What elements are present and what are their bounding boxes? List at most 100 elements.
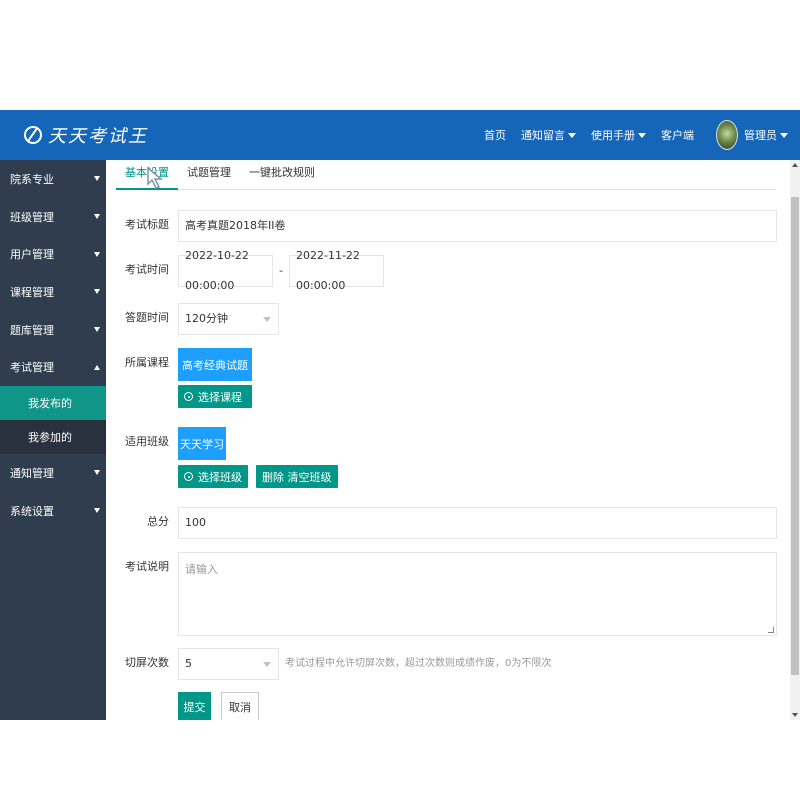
exam-start-time-value: 2022-10-22 00:00:00 [185, 249, 249, 292]
exam-start-time-input[interactable]: 2022-10-22 00:00:00 [178, 249, 273, 292]
scroll-thumb[interactable] [791, 197, 799, 675]
nav-manual-label: 使用手册 [591, 129, 635, 142]
cancel-label: 取消 [229, 701, 251, 714]
form-row-title: 考试标题 高考真题2018年II卷 [106, 210, 777, 242]
form-row-switch: 切屏次数 5 考试过程中允许切屏次数，超过次数则成绩作废，0为不限次 [106, 648, 551, 680]
sidebar-item-users[interactable]: 用户管理 [0, 235, 106, 273]
user-menu[interactable]: 管理员 [716, 120, 788, 150]
mouse-cursor-icon [147, 166, 164, 189]
tab-question-management[interactable]: 试题管理 [178, 160, 240, 190]
sidebar-item-departments[interactable]: 院系专业 [0, 160, 106, 198]
tab-bar: 基本设置 试题管理 一键批改规则 [116, 160, 776, 190]
tab-auto-grading-rules[interactable]: 一键批改规则 [240, 160, 324, 190]
sidebar-item-classes[interactable]: 班级管理 [0, 198, 106, 236]
resize-handle-icon[interactable] [768, 627, 774, 633]
choose-class-button[interactable]: 选择班级 [178, 465, 248, 488]
clear-class-label: 删除 清空班级 [262, 470, 332, 484]
class-tag-label: 天天学习 [180, 437, 224, 451]
choose-course-button[interactable]: 选择课程 [178, 385, 252, 408]
class-tag[interactable]: 天天学习 [178, 427, 226, 460]
duration-value: 120分钟 [185, 312, 228, 325]
nav-home-label: 首页 [484, 129, 506, 142]
sidebar-item-label: 院系专业 [10, 172, 54, 186]
switch-count-select[interactable]: 5 [178, 648, 279, 680]
total-score-value: 100 [185, 516, 206, 529]
sidebar-item-courses[interactable]: 课程管理 [0, 273, 106, 311]
time-separator: - [279, 264, 283, 277]
chevron-down-icon [94, 508, 100, 514]
app-window: 天天考试王 首页 通知留言 使用手册 客户端 管理员 院系专业 班级管理 用户管… [0, 110, 800, 720]
submit-button[interactable]: 提交 [178, 692, 211, 720]
clear-class-button[interactable]: 删除 清空班级 [256, 465, 338, 488]
nav-home[interactable]: 首页 [484, 127, 506, 143]
switch-count-label: 切屏次数 [125, 656, 169, 669]
form-row-duration: 答题时间 120分钟 [106, 303, 279, 335]
chevron-down-icon [94, 176, 100, 182]
form-row-score: 总分 100 [106, 507, 777, 539]
chevron-down-icon [638, 132, 646, 138]
course-label: 所属课程 [125, 356, 169, 369]
form-actions: 提交 取消 [178, 692, 259, 720]
submit-label: 提交 [183, 701, 206, 714]
top-nav: 首页 通知留言 使用手册 客户端 管理员 [469, 110, 788, 160]
logo-icon [24, 126, 42, 144]
sidebar-subitem-my-joined[interactable]: 我参加的 [0, 420, 106, 455]
vertical-scrollbar[interactable] [790, 160, 800, 720]
sidebar-subitem-label: 我参加的 [28, 431, 72, 445]
nav-notices[interactable]: 通知留言 [521, 127, 576, 143]
sidebar-item-label: 班级管理 [10, 210, 54, 224]
duration-select[interactable]: 120分钟 [178, 303, 279, 335]
chevron-up-icon [94, 364, 100, 370]
chevron-down-icon [263, 317, 271, 322]
form-row-class: 适用班级 天天学习 选择班级 删除 清空班级 [106, 427, 338, 488]
top-header: 天天考试王 首页 通知留言 使用手册 客户端 管理员 [0, 110, 800, 160]
sidebar-item-label: 用户管理 [10, 248, 54, 262]
chevron-down-icon [94, 289, 100, 295]
nav-client-label: 客户端 [661, 129, 694, 142]
course-tag[interactable]: 高考经典试题 [178, 348, 252, 381]
total-score-label: 总分 [147, 515, 169, 528]
tab-label: 一键批改规则 [249, 166, 315, 179]
sidebar-item-settings[interactable]: 系统设置 [0, 492, 106, 530]
chevron-down-icon [94, 251, 100, 257]
choose-class-label: 选择班级 [198, 470, 242, 484]
exam-title-input[interactable]: 高考真题2018年II卷 [178, 210, 777, 242]
sidebar-item-label: 系统设置 [10, 504, 54, 518]
logo-text: 天天考试王 [48, 126, 148, 147]
user-name: 管理员 [744, 129, 777, 142]
exam-title-value: 高考真题2018年II卷 [185, 219, 286, 232]
chevron-down-icon [780, 132, 788, 138]
chevron-down-icon [263, 662, 271, 667]
duration-label: 答题时间 [125, 311, 169, 324]
total-score-input[interactable]: 100 [178, 507, 777, 539]
sidebar-subitem-label: 我发布的 [28, 397, 72, 411]
main-content: 基本设置 试题管理 一键批改规则 考试标题 高考真题2018年II卷 考试时间 … [106, 160, 790, 720]
nav-notices-label: 通知留言 [521, 129, 565, 142]
class-label: 适用班级 [125, 435, 169, 448]
chevron-down-icon [568, 132, 576, 138]
sidebar-item-question-bank[interactable]: 题库管理 [0, 311, 106, 349]
sidebar-item-label: 课程管理 [10, 285, 54, 299]
tab-label: 试题管理 [187, 166, 231, 179]
sidebar: 院系专业 班级管理 用户管理 课程管理 题库管理 考试管理 我发布的 我参加的 [0, 160, 106, 720]
description-textarea[interactable]: 请输入 [178, 552, 777, 636]
sidebar-item-notices[interactable]: 通知管理 [0, 454, 106, 492]
exam-end-time-input[interactable]: 2022-11-22 00:00:00 [288, 249, 384, 292]
sidebar-item-exams[interactable]: 考试管理 [0, 348, 106, 386]
scroll-down-icon[interactable] [792, 713, 798, 717]
switch-count-hint: 考试过程中允许切屏次数，超过次数则成绩作废，0为不限次 [285, 658, 552, 669]
switch-count-value: 5 [185, 657, 192, 670]
scroll-up-icon[interactable] [792, 163, 798, 167]
choose-course-label: 选择课程 [198, 390, 242, 404]
nav-manual[interactable]: 使用手册 [591, 127, 646, 143]
sidebar-subitem-my-published[interactable]: 我发布的 [0, 386, 106, 421]
form-row-description: 考试说明 请输入 [106, 552, 777, 636]
exam-end-time-value: 2022-11-22 00:00:00 [295, 249, 360, 292]
nav-client[interactable]: 客户端 [661, 127, 694, 143]
logo[interactable]: 天天考试王 [24, 122, 148, 148]
select-circle-icon [184, 392, 193, 401]
cancel-button[interactable]: 取消 [221, 692, 259, 720]
form-row-course: 所属课程 高考经典试题 选择课程 [106, 348, 252, 408]
avatar [716, 120, 738, 150]
chevron-down-icon [94, 327, 100, 333]
